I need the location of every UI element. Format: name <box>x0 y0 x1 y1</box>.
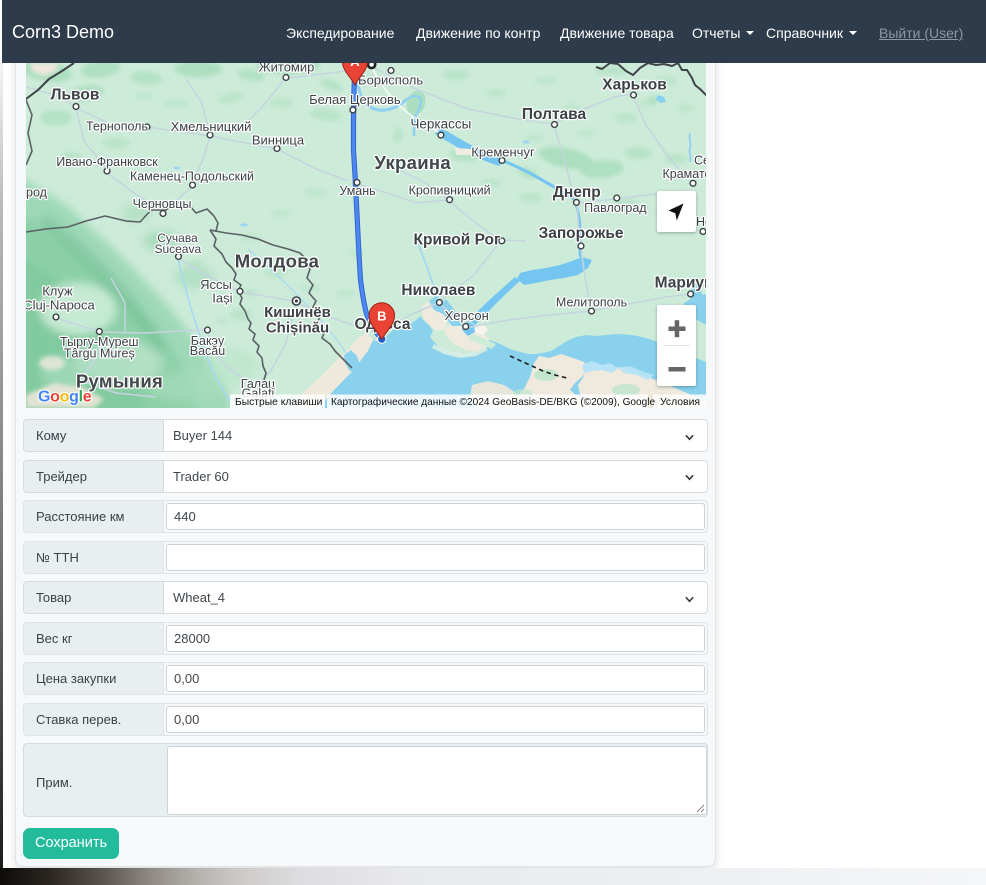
svg-text:Google: Google <box>38 389 92 406</box>
svg-text:Черкассы: Черкассы <box>410 117 471 132</box>
svg-text:Крамато: Крамато <box>663 167 707 181</box>
svg-text:Днепр: Днепр <box>553 184 601 201</box>
svg-text:Херсон: Херсон <box>445 308 489 323</box>
svg-text:Белая Церковь: Белая Церковь <box>309 92 401 107</box>
svg-text:Львов: Львов <box>51 87 100 104</box>
svg-text:Кропивницкий: Кропивницкий <box>409 184 491 198</box>
svg-text:Кривой Рог: Кривой Рог <box>414 232 502 249</box>
svg-text:Suceava: Suceava <box>154 242 201 256</box>
svg-text:Клуж: Клуж <box>42 284 73 299</box>
svg-text:род: род <box>26 186 48 200</box>
svg-text:Полтава: Полтава <box>522 106 587 123</box>
svg-text:Мелитополь: Мелитополь <box>556 296 627 310</box>
svg-text:Тернополь: Тернополь <box>86 120 148 134</box>
svg-text:Târgu Mureș: Târgu Mureș <box>64 347 135 361</box>
svg-text:Ивано-Франковск: Ивано-Франковск <box>56 155 158 169</box>
svg-text:Молдова: Молдова <box>235 251 320 272</box>
svg-text:Bacău: Bacău <box>190 344 225 358</box>
svg-text:Запорожье: Запорожье <box>538 225 623 242</box>
svg-text:Каменец-Подольский: Каменец-Подольский <box>130 170 254 184</box>
svg-text:Харьков: Харьков <box>602 77 667 94</box>
svg-text:Быстрые клавиши: Быстрые клавиши <box>235 397 323 408</box>
svg-text:Кишинёв: Кишинёв <box>264 304 331 321</box>
svg-text:Украина: Украина <box>374 152 451 173</box>
svg-text:Кременчуг: Кременчуг <box>471 145 535 160</box>
svg-text:A: A <box>350 63 360 69</box>
svg-text:Хмельницкий: Хмельницкий <box>171 119 252 134</box>
svg-text:B: B <box>377 309 386 324</box>
svg-text:Cluj-Napoca: Cluj-Napoca <box>26 298 96 313</box>
svg-text:Павлоград: Павлоград <box>584 201 647 215</box>
svg-text:Картографические данные ©2024: Картографические данные ©2024 GeoBasis-D… <box>331 396 656 408</box>
svg-text:Мариуп: Мариуп <box>655 275 706 292</box>
svg-text:Условия: Условия <box>660 397 700 408</box>
svg-text:Житомир: Житомир <box>259 63 315 75</box>
svg-text:Николаев: Николаев <box>401 282 475 299</box>
svg-text:Винница: Винница <box>252 133 305 148</box>
svg-text:Iași: Iași <box>212 291 232 306</box>
svg-text:Черновцы: Черновцы <box>133 197 192 211</box>
svg-text:Умань: Умань <box>339 184 375 198</box>
svg-text:Се: Се <box>694 153 706 167</box>
svg-text:Chișinău: Chișinău <box>266 320 329 337</box>
svg-text:Но: Но <box>696 215 706 229</box>
svg-text:Борисполь: Борисполь <box>358 72 423 87</box>
